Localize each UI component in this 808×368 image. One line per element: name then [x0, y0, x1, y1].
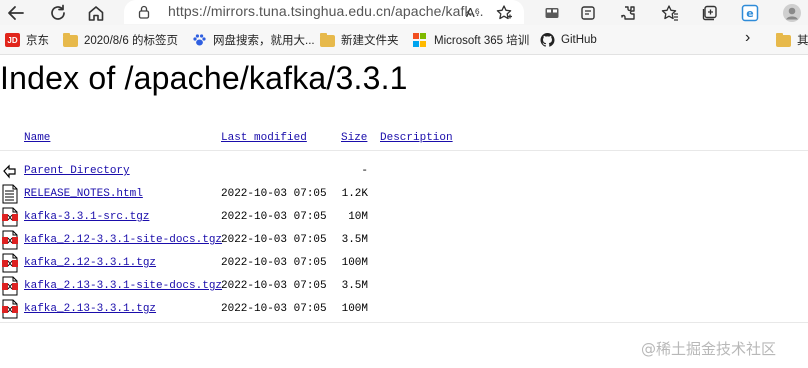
extension-button-1[interactable]	[538, 0, 566, 25]
url-text: https://mirrors.tuna.tsinghua.edu.cn/apa…	[168, 3, 484, 19]
back-arrow-icon	[0, 161, 20, 181]
avatar-icon	[783, 3, 801, 22]
extensions-button[interactable]	[614, 0, 642, 25]
back-button[interactable]	[2, 0, 30, 25]
read-aloud-button[interactable]: A⁶	[459, 0, 487, 25]
table-row: kafka_2.12-3.3.1.tgz 2022-10-03 07:05 100M	[0, 253, 808, 273]
bookmark-label: 2020/8/6 的标签页	[84, 35, 178, 47]
column-header-size[interactable]: Size	[341, 132, 367, 144]
folder-icon	[63, 33, 78, 47]
footer-divider	[0, 322, 808, 323]
bookmark-new-folder[interactable]: 新建文件夹	[320, 32, 399, 48]
column-header-description[interactable]: Description	[380, 132, 453, 144]
size-cell: 10M	[348, 211, 368, 223]
size-cell: 1.2K	[341, 188, 368, 200]
collections-button[interactable]	[696, 0, 724, 25]
home-icon	[88, 5, 104, 21]
browser-toolbar: https://mirrors.tuna.tsinghua.edu.cn/apa…	[0, 0, 808, 25]
file-link[interactable]: kafka_2.13-3.3.1.tgz	[24, 303, 156, 315]
bookmark-label: 新建文件夹	[341, 35, 399, 47]
column-header-last-modified[interactable]: Last modified	[221, 132, 307, 144]
bookmark-other-folder[interactable]: 其	[776, 32, 808, 48]
back-arrow-icon	[8, 5, 24, 20]
file-link[interactable]: RELEASE_NOTES.html	[24, 188, 143, 200]
favorites-button[interactable]	[656, 0, 684, 25]
edge-logo-icon: e	[741, 4, 759, 21]
chevron-right-icon: ›	[745, 29, 751, 46]
paw-icon	[193, 34, 206, 46]
svg-text:e: e	[746, 7, 753, 20]
archive-file-icon	[0, 253, 20, 273]
bookmark-label: 网盘搜索，就用大...	[213, 35, 315, 47]
folder-icon	[776, 33, 791, 47]
table-row: RELEASE_NOTES.html 2022-10-03 07:05 1.2K	[0, 184, 808, 204]
file-link[interactable]: kafka_2.12-3.3.1-site-docs.tgz	[24, 234, 222, 246]
last-modified-cell: 2022-10-03 07:05	[221, 257, 327, 269]
last-modified-cell: 2022-10-03 07:05	[221, 234, 327, 246]
bookmarks-overflow-chevron[interactable]: ›	[745, 29, 751, 46]
favorites-star-icon	[661, 4, 678, 21]
archive-file-icon	[0, 276, 20, 296]
jd-logo-icon: JD	[5, 33, 20, 47]
header-divider	[0, 150, 808, 151]
text-file-icon	[0, 184, 20, 204]
collections-icon	[702, 5, 717, 20]
bookmark-github[interactable]: GitHub	[540, 32, 597, 48]
watermark: @稀土掘金技术社区	[641, 340, 777, 358]
table-row: Parent Directory -	[0, 161, 808, 181]
archive-file-icon	[0, 207, 20, 227]
file-link[interactable]: kafka-3.3.1-src.tgz	[24, 211, 149, 223]
file-link[interactable]: kafka_2.12-3.3.1.tgz	[24, 257, 156, 269]
size-cell: 100M	[341, 257, 368, 269]
last-modified-cell: 2022-10-03 07:05	[221, 303, 327, 315]
file-link[interactable]: kafka_2.13-3.3.1-site-docs.tgz	[24, 280, 222, 292]
bookmark-folder-tabs[interactable]: 2020/8/6 的标签页	[63, 32, 178, 48]
bookmark-label: 其	[797, 35, 808, 47]
file-link[interactable]: Parent Directory	[24, 165, 130, 177]
folder-icon	[320, 33, 335, 47]
home-button[interactable]	[82, 0, 110, 25]
extension-button-2[interactable]	[574, 0, 602, 25]
table-row: kafka-3.3.1-src.tgz 2022-10-03 07:05 10M	[0, 207, 808, 227]
last-modified-cell: 2022-10-03 07:05	[221, 280, 327, 292]
size-cell: 3.5M	[341, 280, 368, 292]
edge-extension-button[interactable]: e	[736, 0, 764, 25]
reload-icon	[51, 4, 65, 20]
bookmark-jd[interactable]: JD 京东	[5, 32, 49, 48]
microsoft-logo-icon	[413, 33, 428, 47]
size-cell: -	[361, 165, 368, 177]
table-row: kafka_2.12-3.3.1-site-docs.tgz 2022-10-03…	[0, 230, 808, 250]
size-cell: 3.5M	[341, 234, 368, 246]
puzzle-app-icon	[581, 5, 595, 20]
archive-file-icon	[0, 299, 20, 319]
last-modified-cell: 2022-10-03 07:05	[221, 211, 327, 223]
bookmark-label: 京东	[26, 35, 49, 47]
reload-button[interactable]	[44, 0, 72, 25]
table-row: kafka_2.13-3.3.1-site-docs.tgz 2022-10-03…	[0, 276, 808, 296]
bookmark-netdisk-search[interactable]: 网盘搜索，就用大...	[192, 32, 315, 48]
read-aloud-icon: A⁶	[465, 5, 481, 20]
lock-icon	[138, 5, 150, 19]
archive-file-icon	[0, 230, 20, 250]
star-add-icon	[496, 4, 512, 19]
bookmark-label: GitHub	[561, 34, 597, 46]
profile-button[interactable]	[778, 0, 806, 25]
last-modified-cell: 2022-10-03 07:05	[221, 188, 327, 200]
bookmarks-bar: JD 京东 2020/8/6 的标签页 网盘搜索，就用大... 新建文件夹 Mi…	[0, 25, 808, 55]
extensions-icon	[621, 5, 635, 20]
table-row: kafka_2.13-3.3.1.tgz 2022-10-03 07:05 100M	[0, 299, 808, 319]
bookmark-microsoft-365[interactable]: Microsoft 365 培训	[413, 32, 529, 48]
grid-app-icon	[545, 7, 559, 18]
page-title: Index of /apache/kafka/3.3.1	[0, 60, 408, 96]
bookmark-label: Microsoft 365 培训	[434, 35, 530, 47]
add-favorite-button[interactable]	[490, 0, 518, 25]
column-header-name[interactable]: Name	[24, 132, 50, 144]
github-icon	[540, 33, 555, 47]
size-cell: 100M	[341, 303, 368, 315]
